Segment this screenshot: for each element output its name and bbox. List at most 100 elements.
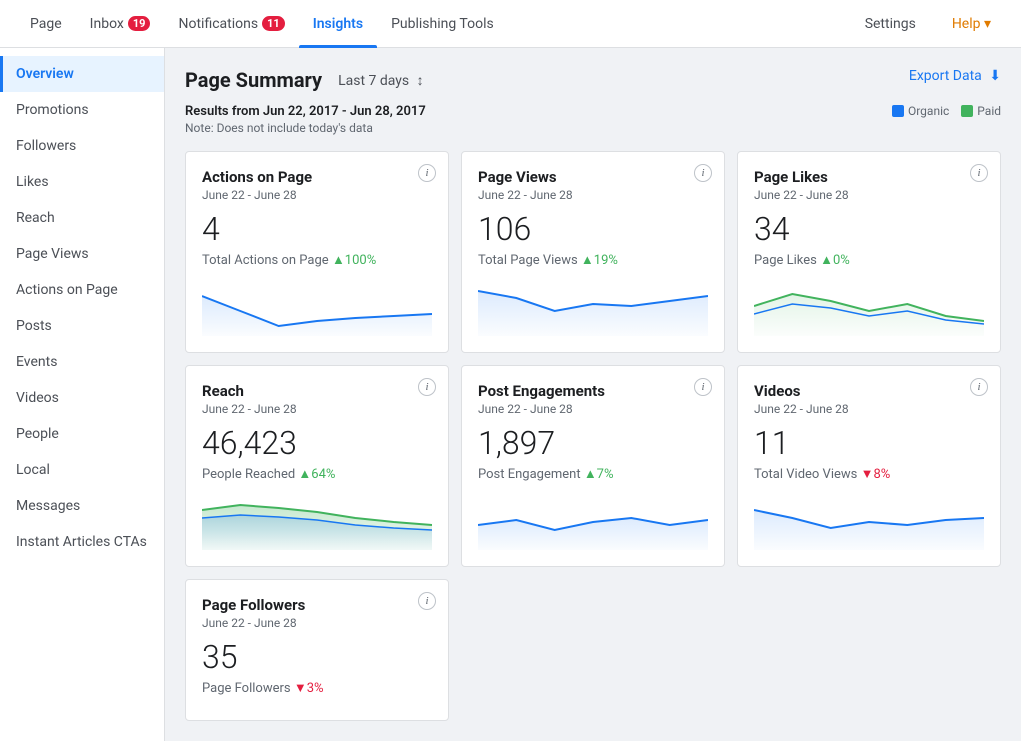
info-icon-page-followers[interactable]: i — [418, 592, 436, 610]
card-value-page-views: 106 — [478, 210, 708, 248]
info-icon-post-engagements[interactable]: i — [694, 378, 712, 396]
sidebar-item-people[interactable]: People — [0, 416, 164, 452]
chart-actions-on-page — [202, 276, 432, 336]
period-arrow-icon: ↕ — [417, 73, 424, 89]
card-reach: i Reach June 22 - June 28 46,423 People … — [185, 365, 449, 567]
sidebar-item-page-views[interactable]: Page Views — [0, 236, 164, 272]
trend-page-views: ▲19% — [581, 253, 618, 268]
sidebar-item-local[interactable]: Local — [0, 452, 164, 488]
cards-grid-row3: i Page Followers June 22 - June 28 35 Pa… — [185, 579, 1001, 721]
card-subtitle-page-likes: Page Likes ▲0% — [754, 252, 984, 268]
legend-organic: Organic — [892, 104, 949, 118]
nav-settings[interactable]: Settings — [851, 0, 930, 48]
date-range-note: Note: Does not include today's data — [185, 121, 426, 135]
top-navigation: Page Inbox 19 Notifications 11 Insights … — [0, 0, 1021, 48]
card-subtitle-post-engagements: Post Engagement ▲7% — [478, 466, 708, 482]
card-value-page-followers: 35 — [202, 638, 432, 676]
card-videos: i Videos June 22 - June 28 11 Total Vide… — [737, 365, 1001, 567]
info-icon-reach[interactable]: i — [418, 378, 436, 396]
nav-insights[interactable]: Insights — [299, 0, 377, 48]
sidebar-item-overview[interactable]: Overview — [0, 56, 164, 92]
summary-header-left: Page Summary Last 7 days ↕ — [185, 68, 424, 92]
paid-label: Paid — [977, 104, 1001, 118]
card-period-page-views: June 22 - June 28 — [478, 188, 708, 202]
trend-page-likes: ▲0% — [820, 253, 850, 268]
card-period-page-followers: June 22 - June 28 — [202, 616, 432, 630]
inbox-badge: 19 — [128, 16, 151, 31]
card-post-engagements: i Post Engagements June 22 - June 28 1,8… — [461, 365, 725, 567]
legend-paid: Paid — [961, 104, 1001, 118]
page-summary-title: Page Summary — [185, 68, 322, 92]
chart-page-views — [478, 276, 708, 336]
card-subtitle-page-views: Total Page Views ▲19% — [478, 252, 708, 268]
card-page-followers: i Page Followers June 22 - June 28 35 Pa… — [185, 579, 449, 721]
card-title-page-views: Page Views — [478, 168, 708, 186]
sidebar-item-videos[interactable]: Videos — [0, 380, 164, 416]
paid-color-dot — [961, 105, 973, 117]
trend-actions: ▲100% — [332, 253, 376, 268]
sidebar-item-followers[interactable]: Followers — [0, 128, 164, 164]
info-icon-actions[interactable]: i — [418, 164, 436, 182]
export-data-button[interactable]: Export Data ⬇ — [909, 68, 1001, 84]
main-layout: Overview Promotions Followers Likes Reac… — [0, 48, 1021, 741]
card-subtitle-actions: Total Actions on Page ▲100% — [202, 252, 432, 268]
chart-post-engagements — [478, 490, 708, 550]
chart-reach — [202, 490, 432, 550]
card-period-videos: June 22 - June 28 — [754, 402, 984, 416]
nav-page[interactable]: Page — [16, 0, 76, 48]
info-icon-videos[interactable]: i — [970, 378, 988, 396]
card-period-page-likes: June 22 - June 28 — [754, 188, 984, 202]
card-value-actions: 4 — [202, 210, 432, 248]
card-page-views: i Page Views June 22 - June 28 106 Total… — [461, 151, 725, 353]
summary-period-selector[interactable]: Last 7 days ↕ — [338, 72, 424, 89]
nav-inbox[interactable]: Inbox 19 — [76, 0, 165, 48]
card-subtitle-videos: Total Video Views ▼8% — [754, 466, 984, 482]
sidebar-item-promotions[interactable]: Promotions — [0, 92, 164, 128]
cards-grid-row1: i Actions on Page June 22 - June 28 4 To… — [185, 151, 1001, 353]
summary-header-row: Page Summary Last 7 days ↕ Export Data ⬇ — [185, 68, 1001, 92]
sidebar-item-likes[interactable]: Likes — [0, 164, 164, 200]
chart-page-likes — [754, 276, 984, 336]
sidebar-item-reach[interactable]: Reach — [0, 200, 164, 236]
main-content: Page Summary Last 7 days ↕ Export Data ⬇… — [165, 48, 1021, 741]
sidebar: Overview Promotions Followers Likes Reac… — [0, 48, 165, 741]
trend-page-followers: ▼3% — [294, 681, 324, 696]
card-subtitle-reach: People Reached ▲64% — [202, 466, 432, 482]
card-period-reach: June 22 - June 28 — [202, 402, 432, 416]
card-value-post-engagements: 1,897 — [478, 424, 708, 462]
trend-videos: ▼8% — [861, 467, 891, 482]
sidebar-item-events[interactable]: Events — [0, 344, 164, 380]
card-title-page-followers: Page Followers — [202, 596, 432, 614]
top-nav-right: Settings Help ▾ — [851, 0, 1005, 48]
card-period-post-engagements: June 22 - June 28 — [478, 402, 708, 416]
nav-help[interactable]: Help ▾ — [938, 0, 1005, 48]
info-icon-page-views[interactable]: i — [694, 164, 712, 182]
card-value-videos: 11 — [754, 424, 984, 462]
card-title-actions: Actions on Page — [202, 168, 432, 186]
info-icon-page-likes[interactable]: i — [970, 164, 988, 182]
card-title-videos: Videos — [754, 382, 984, 400]
sidebar-item-posts[interactable]: Posts — [0, 308, 164, 344]
notifications-badge: 11 — [262, 16, 285, 31]
card-subtitle-page-followers: Page Followers ▼3% — [202, 680, 432, 696]
card-title-page-likes: Page Likes — [754, 168, 984, 186]
card-title-post-engagements: Post Engagements — [478, 382, 708, 400]
trend-reach: ▲64% — [298, 467, 335, 482]
organic-label: Organic — [908, 104, 949, 118]
chart-videos — [754, 490, 984, 550]
card-actions-on-page: i Actions on Page June 22 - June 28 4 To… — [185, 151, 449, 353]
sidebar-item-messages[interactable]: Messages — [0, 488, 164, 524]
sidebar-item-instant-articles[interactable]: Instant Articles CTAs — [0, 524, 164, 560]
date-range-info: Results from Jun 22, 2017 - Jun 28, 2017… — [185, 104, 426, 135]
trend-post-engagements: ▲7% — [584, 467, 614, 482]
date-range-text: Results from Jun 22, 2017 - Jun 28, 2017 — [185, 104, 426, 119]
date-info-row: Results from Jun 22, 2017 - Jun 28, 2017… — [185, 104, 1001, 135]
nav-publishing-tools[interactable]: Publishing Tools — [377, 0, 508, 48]
nav-notifications[interactable]: Notifications 11 — [164, 0, 298, 48]
card-value-page-likes: 34 — [754, 210, 984, 248]
sidebar-item-actions-on-page[interactable]: Actions on Page — [0, 272, 164, 308]
card-period-actions: June 22 - June 28 — [202, 188, 432, 202]
export-icon: ⬇ — [989, 68, 1001, 84]
cards-grid-row2: i Reach June 22 - June 28 46,423 People … — [185, 365, 1001, 567]
card-value-reach: 46,423 — [202, 424, 432, 462]
